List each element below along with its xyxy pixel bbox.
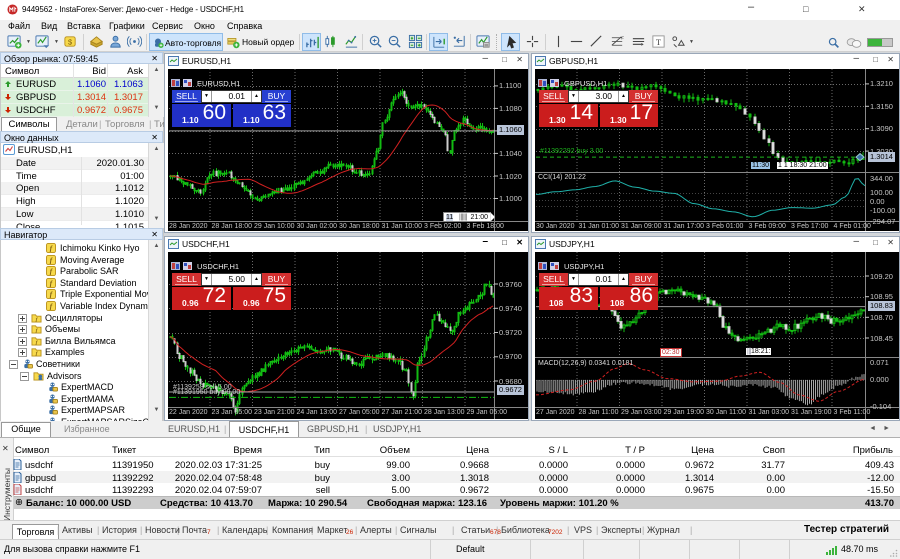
svg-text:F: F (621, 36, 624, 41)
svg-text:T: T (656, 37, 661, 47)
